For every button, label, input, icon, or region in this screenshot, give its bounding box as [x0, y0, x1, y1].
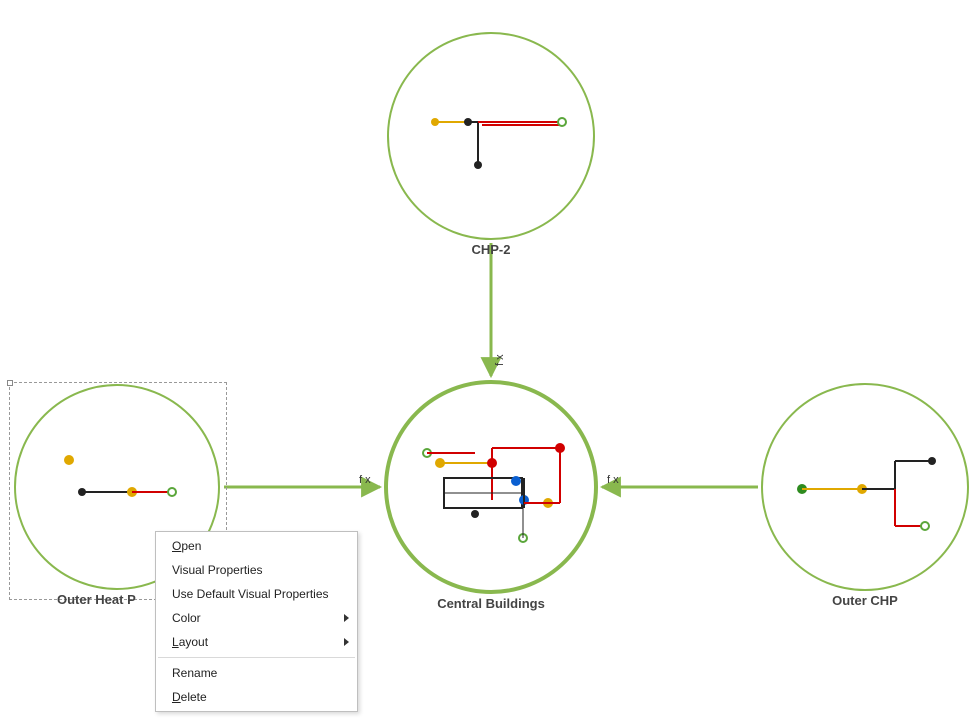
node-label-outer-chp: Outer CHP [815, 593, 915, 608]
node-label-central: Central Buildings [421, 596, 561, 611]
menu-item-label: Visual Properties [172, 563, 263, 577]
menu-separator [158, 657, 355, 658]
node-outer-chp[interactable] [761, 383, 969, 591]
diagram-canvas[interactable]: { "colors": { "nodeStroke": "#89b84e", "… [0, 0, 975, 723]
menu-item-label: Delete [172, 690, 207, 704]
menu-item-label: Color [172, 611, 201, 625]
menu-item-label: Rename [172, 666, 217, 680]
context-menu[interactable]: Open Visual Properties Use Default Visua… [155, 531, 358, 712]
menu-item-open[interactable]: Open [156, 534, 357, 558]
node-chp2[interactable] [387, 32, 595, 240]
edge-label-chp-central: f x [607, 474, 619, 486]
edge-label-chp2-central: f x [494, 354, 506, 366]
menu-item-label: Use Default Visual Properties [172, 587, 329, 601]
menu-item-use-default-visual-properties[interactable]: Use Default Visual Properties [156, 582, 357, 606]
edge-label-heatp-central: f x [359, 474, 371, 486]
chevron-right-icon [344, 614, 349, 622]
menu-item-label: Open [172, 539, 201, 553]
menu-item-layout[interactable]: Layout [156, 630, 357, 654]
menu-item-delete[interactable]: Delete [156, 685, 357, 709]
node-label-chp2: CHP-2 [441, 242, 541, 257]
menu-item-label: Layout [172, 635, 208, 649]
menu-item-visual-properties[interactable]: Visual Properties [156, 558, 357, 582]
node-central-buildings[interactable] [384, 380, 598, 594]
chevron-right-icon [344, 638, 349, 646]
menu-item-color[interactable]: Color [156, 606, 357, 630]
menu-item-rename[interactable]: Rename [156, 661, 357, 685]
